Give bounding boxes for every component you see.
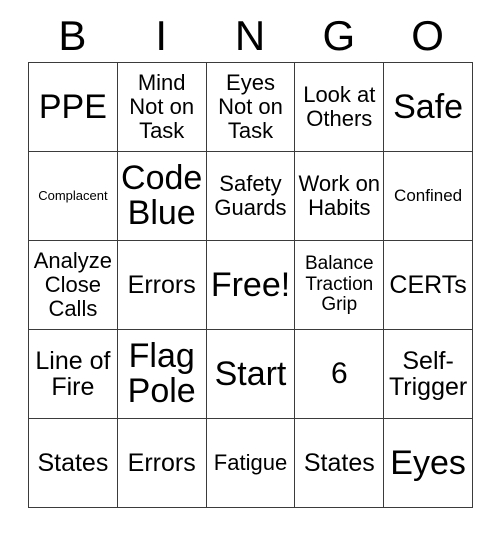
bingo-cell-free[interactable]: Free! <box>205 240 296 330</box>
bingo-header-letter-g: G <box>322 12 356 59</box>
bingo-cell-label: Line of Fire <box>35 346 111 401</box>
bingo-cell[interactable]: Eyes <box>383 418 473 508</box>
bingo-cell-label: Flag Pole <box>127 337 196 410</box>
bingo-cell[interactable]: Work on Habits <box>294 151 385 241</box>
bingo-cell-label: Work on Habits <box>298 171 381 220</box>
bingo-cell-label: Complacent <box>38 188 108 204</box>
bingo-header-letter-o: O <box>411 12 444 59</box>
bingo-header-letter-n: N <box>234 12 266 59</box>
bingo-cell-label: States <box>303 448 375 477</box>
bingo-cell-label: Look at Others <box>303 82 376 131</box>
bingo-cell[interactable]: Eyes Not on Task <box>205 62 296 152</box>
bingo-cell[interactable]: Look at Others <box>294 62 385 152</box>
bingo-cell-label: Mind Not on Task <box>129 70 195 143</box>
bingo-cell-label: Confined <box>394 185 463 205</box>
bingo-cell-label: Self-Trigger <box>388 346 468 401</box>
bingo-cell-label: Code Blue <box>121 159 203 232</box>
bingo-cell[interactable]: Line of Fire <box>28 329 118 419</box>
bingo-cell-label: PPE <box>38 87 107 126</box>
bingo-cell[interactable]: States <box>28 418 118 508</box>
bingo-row: Complacent Code Blue Safety Guards Work … <box>28 151 473 241</box>
bingo-header-letter-b: B <box>58 12 87 59</box>
bingo-cell-label: 6 <box>330 357 348 391</box>
bingo-cell[interactable]: CERTs <box>383 240 473 330</box>
bingo-cell-label: Errors <box>127 270 196 299</box>
bingo-cell[interactable]: Fatigue <box>205 418 296 508</box>
bingo-cell-label: Eyes Not on Task <box>218 70 283 143</box>
bingo-cell[interactable]: Confined <box>383 151 473 241</box>
bingo-cell-label: Errors <box>127 448 196 477</box>
bingo-header-row: B I N G O <box>28 0 472 62</box>
bingo-cell-label: Balance Traction Grip <box>304 253 374 316</box>
bingo-cell[interactable]: States <box>294 418 385 508</box>
bingo-card: B I N G O PPE Mind Not on Task Eyes Not … <box>0 0 500 544</box>
bingo-cell[interactable]: Self-Trigger <box>383 329 473 419</box>
bingo-cell-label: Safety Guards <box>214 171 287 220</box>
bingo-cell[interactable]: PPE <box>28 62 118 152</box>
bingo-cell[interactable]: Safety Guards <box>205 151 296 241</box>
bingo-row: Analyze Close Calls Errors Free! Balance… <box>28 240 473 330</box>
bingo-grid: PPE Mind Not on Task Eyes Not on Task Lo… <box>28 62 473 508</box>
bingo-cell-label: CERTs <box>389 270 467 299</box>
bingo-cell[interactable]: Code Blue <box>116 151 207 241</box>
bingo-cell[interactable]: Errors <box>116 418 207 508</box>
bingo-cell-label: States <box>37 448 109 477</box>
bingo-cell[interactable]: Complacent <box>28 151 118 241</box>
bingo-header-letter-i: I <box>155 12 168 59</box>
bingo-cell-label: Eyes <box>390 443 466 482</box>
bingo-cell[interactable]: Flag Pole <box>116 329 207 419</box>
bingo-cell-label: Free! <box>210 265 291 304</box>
bingo-row: States Errors Fatigue States Eyes <box>28 418 473 508</box>
bingo-cell[interactable]: Errors <box>116 240 207 330</box>
bingo-row: PPE Mind Not on Task Eyes Not on Task Lo… <box>28 62 473 152</box>
bingo-cell[interactable]: 6 <box>294 329 385 419</box>
bingo-row: Line of Fire Flag Pole Start 6 Self-Trig… <box>28 329 473 419</box>
bingo-cell[interactable]: Safe <box>383 62 473 152</box>
bingo-cell[interactable]: Analyze Close Calls <box>28 240 118 330</box>
bingo-cell-label: Start <box>214 354 287 393</box>
bingo-cell[interactable]: Start <box>205 329 296 419</box>
bingo-cell-label: Analyze Close Calls <box>33 248 113 321</box>
bingo-cell[interactable]: Mind Not on Task <box>116 62 207 152</box>
bingo-cell-label: Safe <box>393 87 464 126</box>
bingo-cell[interactable]: Balance Traction Grip <box>294 240 385 330</box>
bingo-cell-label: Fatigue <box>213 450 288 476</box>
